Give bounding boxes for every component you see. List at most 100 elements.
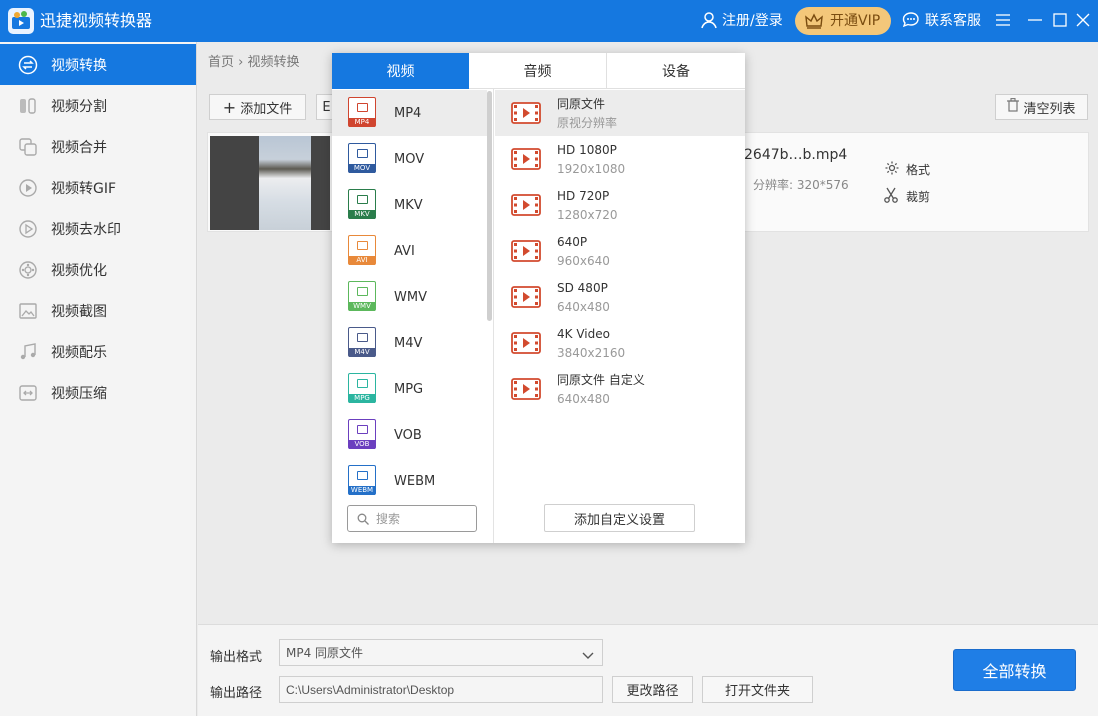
quality-item[interactable]: 同原文件 原视分辨率 xyxy=(495,90,745,136)
sidebar-item-video-merge[interactable]: 视频合并 xyxy=(0,126,196,167)
add-custom-setting-label: 添加自定义设置 xyxy=(573,512,665,528)
breadcrumb: 首页 › 视频转换 xyxy=(208,54,300,72)
format-icon-tag: MKV xyxy=(349,210,375,219)
video-file-icon: MKV xyxy=(348,189,378,221)
format-item-avi[interactable]: AVI AVI xyxy=(332,228,487,274)
sidebar-item-video-optimize[interactable]: 视频优化 xyxy=(0,249,196,290)
chat-icon[interactable] xyxy=(902,11,920,33)
menu-icon[interactable] xyxy=(996,13,1010,31)
crop-button[interactable]: 裁剪 xyxy=(884,187,930,206)
quality-resolution: 原视分辨率 xyxy=(557,115,618,130)
quality-resolution: 960x640 xyxy=(557,253,610,268)
change-path-button[interactable]: 更改路径 xyxy=(612,676,693,703)
sidebar-item-label: 视频转换 xyxy=(51,57,107,74)
quality-item[interactable]: HD 1080P 1920x1080 xyxy=(495,136,745,182)
format-label: M4V xyxy=(394,335,423,351)
format-item-mov[interactable]: MOV MOV xyxy=(332,136,487,182)
quality-resolution: 1920x1080 xyxy=(557,161,626,176)
quality-item[interactable]: SD 480P 640x480 xyxy=(495,274,745,320)
tab-video[interactable]: 视频 xyxy=(332,53,469,89)
compress-icon xyxy=(18,383,38,403)
video-file-icon: VOB xyxy=(348,419,378,451)
gif-icon xyxy=(18,178,38,198)
output-path-field[interactable]: C:\Users\Administrator\Desktop xyxy=(279,676,603,703)
quality-item[interactable]: 640P 960x640 xyxy=(495,228,745,274)
add-file-button[interactable]: + 添加文件 xyxy=(209,94,306,120)
film-icon xyxy=(511,194,541,216)
tab-device[interactable]: 设备 xyxy=(607,53,745,89)
output-format-label: 输出格式 xyxy=(210,650,263,665)
sidebar-item-video-gif[interactable]: 视频转GIF xyxy=(0,167,196,208)
video-file-icon: M4V xyxy=(348,327,378,359)
add-custom-setting-button[interactable]: 添加自定义设置 xyxy=(544,504,695,532)
sidebar-item-label: 视频合并 xyxy=(51,139,107,156)
breadcrumb-home[interactable]: 首页 xyxy=(208,55,234,70)
format-label: MPG xyxy=(394,381,424,397)
video-file-icon: MP4 xyxy=(348,97,378,129)
sidebar-item-video-watermark[interactable]: 视频去水印 xyxy=(0,208,196,249)
convert-all-button[interactable]: 全部转换 xyxy=(953,649,1076,691)
format-item-mp4[interactable]: MP4 MP4 xyxy=(332,90,487,136)
clear-list-button[interactable]: 清空列表 xyxy=(995,94,1088,120)
chevron-down-icon xyxy=(582,649,594,663)
add-folder-label: E xyxy=(322,99,331,115)
format-item-mpg[interactable]: MPG MPG xyxy=(332,366,487,412)
sidebar-item-video-compress[interactable]: 视频压缩 xyxy=(0,372,196,413)
quality-item[interactable]: HD 720P 1280x720 xyxy=(495,182,745,228)
sidebar-item-video-split[interactable]: 视频分割 xyxy=(0,85,196,126)
sidebar-item-label: 视频压缩 xyxy=(51,385,107,402)
sidebar-item-label: 视频去水印 xyxy=(51,221,121,238)
file-name: 2647b…b.mp4 xyxy=(744,147,848,163)
clear-list-label: 清空列表 xyxy=(1023,101,1076,117)
format-label: MKV xyxy=(394,197,423,213)
format-list-scrollbar[interactable] xyxy=(487,91,492,321)
format-item-webm[interactable]: WEBM WEBM xyxy=(332,458,487,504)
sidebar-item-label: 视频配乐 xyxy=(51,344,107,361)
login-link[interactable]: 注册/登录 xyxy=(722,11,783,31)
trash-icon xyxy=(1007,98,1020,116)
app-title: 迅捷视频转换器 xyxy=(40,11,153,30)
support-link[interactable]: 联系客服 xyxy=(925,11,981,31)
output-format-select[interactable]: MP4 同原文件 xyxy=(279,639,603,666)
sidebar-item-video-convert[interactable]: 视频转换 xyxy=(0,44,196,85)
vip-label: 开通VIP xyxy=(830,13,881,29)
quality-resolution: 640x480 xyxy=(557,299,610,314)
film-icon xyxy=(511,286,541,308)
format-icon-tag: WEBM xyxy=(349,486,375,495)
film-icon xyxy=(511,102,541,124)
vip-button[interactable]: 开通VIP xyxy=(795,7,891,35)
sidebar-item-video-music[interactable]: 视频配乐 xyxy=(0,331,196,372)
sidebar: 视频转换 视频分割 视频合并 视频转GIF 视频去水印 视频优化 视频截图 视频… xyxy=(0,42,197,716)
format-item-vob[interactable]: VOB VOB xyxy=(332,412,487,458)
format-setting-button[interactable]: 格式 xyxy=(884,160,930,179)
gear-icon xyxy=(884,160,900,179)
optimize-icon xyxy=(18,260,38,280)
search-placeholder: 搜索 xyxy=(376,512,401,526)
quality-resolution: 1280x720 xyxy=(557,207,618,222)
quality-item[interactable]: 4K Video 3840x2160 xyxy=(495,320,745,366)
close-icon[interactable] xyxy=(1076,13,1090,31)
format-setting-label: 格式 xyxy=(906,163,931,177)
tab-audio-label: 音频 xyxy=(523,63,552,80)
format-icon-tag: MP4 xyxy=(349,118,375,127)
sidebar-item-video-screenshot[interactable]: 视频截图 xyxy=(0,290,196,331)
format-item-mkv[interactable]: MKV MKV xyxy=(332,182,487,228)
quality-name: SD 480P xyxy=(557,280,608,295)
format-search-input[interactable]: 搜索 xyxy=(347,505,477,532)
format-item-m4v[interactable]: M4V M4V xyxy=(332,320,487,366)
quality-name: 4K Video xyxy=(557,326,610,341)
change-path-label: 更改路径 xyxy=(626,684,679,699)
video-file-icon: AVI xyxy=(348,235,378,267)
format-item-wmv[interactable]: WMV WMV xyxy=(332,274,487,320)
quality-item[interactable]: 同原文件 自定义 640x480 xyxy=(495,366,745,412)
format-icon-tag: AVI xyxy=(349,256,375,265)
user-icon[interactable] xyxy=(700,11,718,33)
maximize-icon[interactable] xyxy=(1053,13,1067,31)
open-folder-button[interactable]: 打开文件夹 xyxy=(702,676,813,703)
breadcrumb-separator: › xyxy=(238,55,244,70)
tab-audio[interactable]: 音频 xyxy=(469,53,607,89)
format-icon-tag: WMV xyxy=(349,302,375,311)
quality-resolution: 640x480 xyxy=(557,391,610,406)
output-path-value: C:\Users\Administrator\Desktop xyxy=(286,682,455,697)
minimize-icon[interactable] xyxy=(1028,13,1042,31)
